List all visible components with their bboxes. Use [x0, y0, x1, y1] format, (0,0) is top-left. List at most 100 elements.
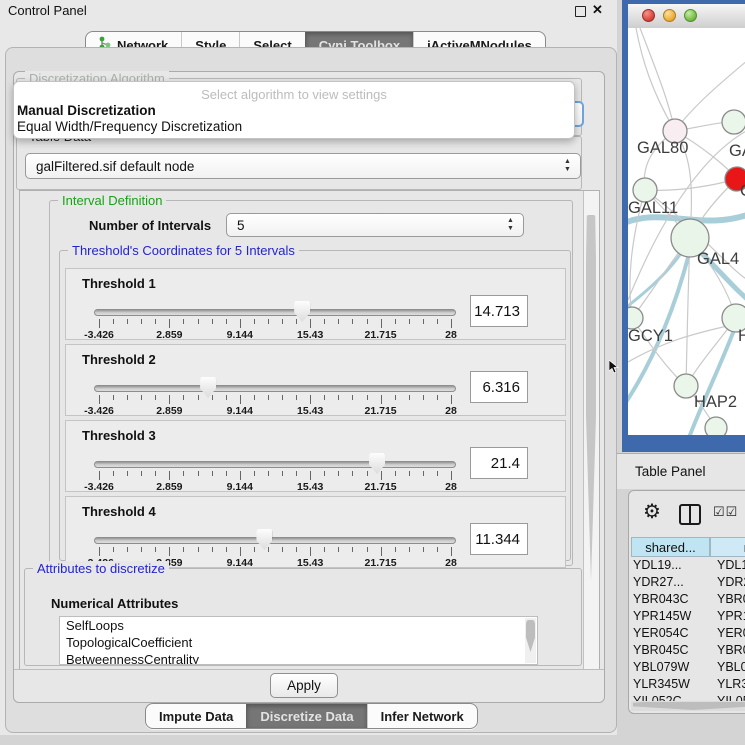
tick-mark — [99, 395, 100, 404]
tick-label: 9.144 — [227, 405, 253, 417]
close-icon[interactable]: ✕ — [592, 2, 603, 18]
table-row[interactable]: YBR043CYBR043C — [631, 591, 745, 608]
network-node[interactable] — [722, 110, 745, 134]
screen: Control Panel ✕ NetworkStyleSelectCyni T… — [0, 0, 745, 745]
network-window-titlebar[interactable] — [628, 4, 745, 29]
table-data-combobox[interactable]: galFiltered.sif default node ▲▼ — [25, 153, 581, 179]
threshold-panel-1: Threshold 1 -3.4262.8599.14415.4321.7152… — [65, 268, 566, 340]
list-scrollbar-thumb[interactable] — [526, 620, 535, 652]
cell-shared-name: YDL19... — [631, 557, 713, 574]
network-node[interactable] — [705, 417, 727, 435]
tick-mark — [141, 319, 142, 324]
horizontal-scrollbar[interactable] — [631, 701, 745, 711]
tick-mark — [282, 471, 283, 476]
tick-mark — [310, 547, 311, 556]
list-scrollbar[interactable] — [525, 618, 536, 663]
node-label-fragment: GA — [729, 142, 745, 160]
tick-label: 2.859 — [156, 481, 182, 493]
tick-mark — [198, 319, 199, 324]
tick-mark — [423, 319, 424, 324]
attribute-list-item[interactable]: SelfLoops — [60, 617, 537, 634]
gear-icon[interactable]: ⚙ — [643, 499, 661, 524]
threshold-value-field[interactable]: 11.344 — [470, 523, 528, 555]
tick-mark — [367, 547, 368, 552]
dropdown-placeholder: Select algorithm to view settings — [14, 87, 574, 102]
threshold-slider[interactable]: -3.4262.8599.14415.4321.71528 — [94, 534, 456, 564]
zoom-traffic-light-icon[interactable] — [684, 9, 697, 22]
table-data-value: galFiltered.sif default node — [36, 159, 194, 174]
bottom-tab-discretize-data[interactable]: Discretize Data — [246, 704, 366, 728]
scrollbar-thumb[interactable] — [586, 215, 596, 581]
network-window: GAL80GAL11GAL4GCY1HAP2GACH — [622, 0, 745, 452]
threshold-value-field[interactable]: 6.316 — [470, 371, 528, 403]
tick-mark — [282, 319, 283, 324]
vertical-scrollbar[interactable] — [583, 191, 599, 669]
tick-mark — [240, 547, 241, 556]
apply-button[interactable]: Apply — [270, 673, 338, 698]
table-row[interactable]: YBL079WYBL079W — [631, 659, 745, 676]
threshold-slider[interactable]: -3.4262.8599.14415.4321.71528 — [94, 382, 456, 412]
tick-mark — [226, 547, 227, 552]
select-columns-icon[interactable]: ☑☑ — [713, 504, 738, 520]
horizontal-scrollbar-thumb[interactable] — [633, 702, 745, 710]
threshold-label: Threshold 2 — [82, 352, 156, 367]
attribute-list-item[interactable]: BetweennessCentrality — [60, 651, 537, 665]
tick-label: -3.426 — [84, 329, 114, 341]
attribute-list-item[interactable]: TopologicalCoefficient — [60, 634, 537, 651]
tick-mark — [113, 395, 114, 400]
threshold-panel-3: Threshold 3 -3.4262.8599.14415.4321.7152… — [65, 420, 566, 492]
threshold-label: Threshold 4 — [82, 504, 156, 519]
number-of-intervals-label: Number of Intervals — [89, 218, 211, 233]
bottom-tab-impute-data[interactable]: Impute Data — [146, 704, 246, 728]
table-row[interactable]: YDL19...YDL19... — [631, 557, 745, 574]
interval-definition-group: Interval Definition Number of Intervals … — [49, 200, 573, 566]
network-canvas[interactable]: GAL80GAL11GAL4GCY1HAP2GACH — [628, 28, 745, 435]
float-window-icon[interactable] — [575, 6, 586, 17]
numerical-attributes-list[interactable]: SelfLoopsTopologicalCoefficientBetweenne… — [59, 616, 538, 665]
settings-scrollpane: Interval Definition Number of Intervals … — [19, 190, 600, 670]
cell-name: YER054C — [713, 625, 745, 642]
tick-mark — [381, 547, 382, 556]
column-header-name[interactable]: name — [710, 537, 745, 557]
dropdown-item-equal-width-frequency[interactable]: Equal Width/Frequency Discretization — [17, 119, 242, 134]
tick-mark — [367, 471, 368, 476]
close-traffic-light-icon[interactable] — [642, 9, 655, 22]
node-label: GCY1 — [628, 327, 673, 345]
threshold-slider[interactable]: -3.4262.8599.14415.4321.71528 — [94, 458, 456, 488]
tick-mark — [240, 471, 241, 480]
bottom-tab-label: Discretize Data — [260, 709, 353, 724]
node-label: GAL4 — [697, 250, 739, 268]
control-panel: Control Panel ✕ NetworkStyleSelectCyni T… — [0, 0, 617, 735]
tick-mark — [226, 319, 227, 324]
tick-mark — [310, 319, 311, 328]
threshold-slider[interactable]: -3.4262.8599.14415.4321.71528 — [94, 306, 456, 336]
tick-mark — [338, 319, 339, 324]
table-row[interactable]: YBR045CYBR045C — [631, 642, 745, 659]
tick-mark — [282, 547, 283, 552]
number-of-intervals-combobox[interactable]: 5 ▲▼ — [226, 213, 524, 237]
tick-mark — [310, 395, 311, 404]
tick-mark — [169, 395, 170, 404]
tick-mark — [451, 471, 452, 480]
table-row[interactable]: YER054CYER054C — [631, 625, 745, 642]
minimize-traffic-light-icon[interactable] — [663, 9, 676, 22]
tick-mark — [409, 319, 410, 324]
network-node-gcy1[interactable] — [628, 307, 643, 329]
table-row[interactable]: YDR27...YDR27... — [631, 574, 745, 591]
tick-label: 28 — [445, 405, 457, 417]
tick-mark — [296, 319, 297, 324]
stepper-icon: ▲▼ — [506, 217, 515, 235]
tick-label: -3.426 — [84, 405, 114, 417]
dropdown-item-manual-discretization[interactable]: Manual Discretization — [17, 103, 156, 118]
threshold-value-field[interactable]: 21.4 — [470, 447, 528, 479]
threshold-value-field[interactable]: 14.713 — [470, 295, 528, 327]
table-row[interactable]: YPR145WYPR145W — [631, 608, 745, 625]
tick-mark — [352, 395, 353, 400]
node-label-fragment: H — [738, 327, 745, 345]
table-row[interactable]: YLR345WYLR345W — [631, 676, 745, 693]
column-header-shared-name[interactable]: shared... — [631, 537, 710, 557]
bottom-tab-infer-network[interactable]: Infer Network — [367, 704, 477, 728]
network-nodes — [628, 110, 745, 435]
tick-mark — [113, 547, 114, 552]
split-columns-icon[interactable] — [679, 504, 701, 525]
